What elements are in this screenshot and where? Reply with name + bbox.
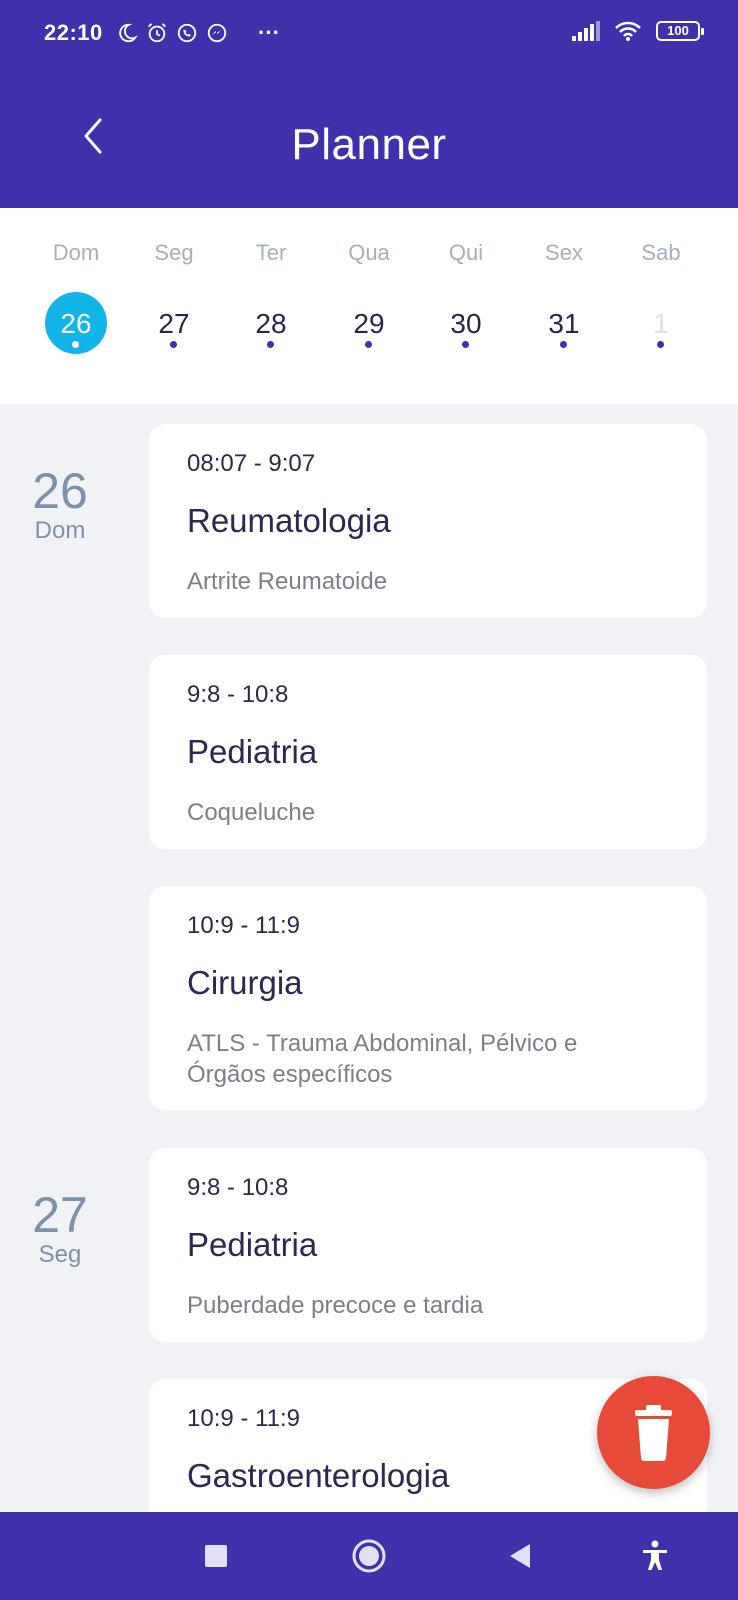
day-name: Sab <box>641 240 681 265</box>
week-day-wednesday[interactable]: Qua 29 <box>320 208 418 404</box>
day-number: 29 <box>353 308 385 339</box>
event-time: 9:8 - 10:8 <box>187 681 289 708</box>
event-title: Cirurgia <box>187 964 303 1001</box>
event-subtitle: Coqueluche <box>187 799 316 826</box>
week-day-thursday[interactable]: Qui 30 <box>417 208 515 404</box>
date-group-label: 26 Dom <box>0 464 120 544</box>
date-number: 27 <box>32 1187 88 1243</box>
week-calendar-strip: Dom 26 Seg 27 Ter 28 Qua 29 Qui 30 Sex 3… <box>0 208 738 404</box>
day-name: Seg <box>154 240 194 265</box>
home-button[interactable] <box>349 1536 389 1576</box>
date-number: 26 <box>32 463 88 519</box>
back-triangle-icon <box>510 1544 530 1568</box>
day-name: Sex <box>545 240 583 265</box>
event-dot <box>267 341 274 348</box>
whatsapp-icon <box>177 23 197 43</box>
event-card[interactable]: 10:9 - 11:9 Cirurgia ATLS - Trauma Abdom… <box>149 886 707 1110</box>
system-nav-bar <box>0 1512 738 1600</box>
event-dot <box>170 341 177 348</box>
accessibility-button[interactable] <box>635 1536 675 1576</box>
event-time: 08:07 - 9:07 <box>187 450 316 477</box>
app-bar: Planner <box>0 64 738 208</box>
date-weekday: Dom <box>34 517 86 544</box>
week-day-sunday[interactable]: Dom 26 <box>27 208 125 404</box>
event-title: Gastroenterologia <box>187 1457 450 1494</box>
trash-icon <box>635 1405 672 1461</box>
accessibility-icon <box>643 1540 667 1570</box>
week-day-monday[interactable]: Seg 27 <box>125 208 223 404</box>
alarm-icon <box>148 23 166 43</box>
event-card[interactable]: 08:07 - 9:07 Reumatologia Artrite Reumat… <box>149 424 707 618</box>
date-group-label: 27 Seg <box>0 1188 120 1268</box>
battery-icon: 100 <box>656 21 704 41</box>
recents-button[interactable] <box>196 1536 236 1576</box>
status-time: 22:10 <box>44 20 103 45</box>
event-card[interactable]: 9:8 - 10:8 Pediatria Coqueluche <box>149 655 707 849</box>
signal-icon <box>572 21 600 41</box>
event-time: 10:9 - 11:9 <box>187 912 300 939</box>
more-notifications-icon: ··· <box>258 20 280 45</box>
day-number: 28 <box>255 308 287 339</box>
day-name: Qua <box>348 240 390 265</box>
battery-level: 100 <box>667 23 689 38</box>
status-bar: 22:10 ··· 100 <box>0 0 738 64</box>
date-weekday: Seg <box>38 1241 82 1268</box>
recents-square-icon <box>205 1545 227 1567</box>
event-subtitle: Artrite Reumatoide <box>187 568 388 595</box>
event-card[interactable]: 9:8 - 10:8 Pediatria Puberdade precoce e… <box>149 1148 707 1342</box>
day-number: 30 <box>450 308 482 339</box>
event-subtitle: Puberdade precoce e tardia <box>187 1292 484 1319</box>
event-dot <box>72 341 79 348</box>
day-number: 31 <box>548 308 580 339</box>
event-subtitle: ATLS - Trauma Abdominal, Pélvico e Órgão… <box>187 1030 578 1088</box>
event-dot <box>657 341 664 348</box>
messenger-icon <box>207 23 227 43</box>
week-day-saturday[interactable]: Sab 1 <box>612 208 710 404</box>
day-name: Qui <box>448 240 484 265</box>
wifi-icon <box>615 21 641 41</box>
event-time: 10:9 - 11:9 <box>187 1405 300 1432</box>
moon-icon <box>119 23 138 43</box>
event-title: Pediatria <box>187 733 318 770</box>
event-title: Reumatologia <box>187 502 391 539</box>
event-title: Pediatria <box>187 1226 318 1263</box>
event-dot <box>462 341 469 348</box>
schedule-list[interactable]: 26 Dom 08:07 - 9:07 Reumatologia Artrite… <box>0 404 738 1512</box>
page-title: Planner <box>291 120 447 169</box>
day-number: 26 <box>60 308 92 339</box>
delete-fab-button[interactable] <box>597 1376 710 1489</box>
event-dot <box>560 341 567 348</box>
week-day-tuesday[interactable]: Ter 28 <box>222 208 320 404</box>
home-circle-icon <box>352 1539 386 1573</box>
week-day-friday[interactable]: Sex 31 <box>515 208 613 404</box>
day-name: Dom <box>52 240 100 265</box>
back-nav-button[interactable] <box>500 1536 540 1576</box>
event-time: 9:8 - 10:8 <box>187 1174 289 1201</box>
day-name: Ter <box>255 240 287 265</box>
day-number: 1 <box>653 308 669 339</box>
event-dot <box>365 341 372 348</box>
day-number: 27 <box>158 308 190 339</box>
